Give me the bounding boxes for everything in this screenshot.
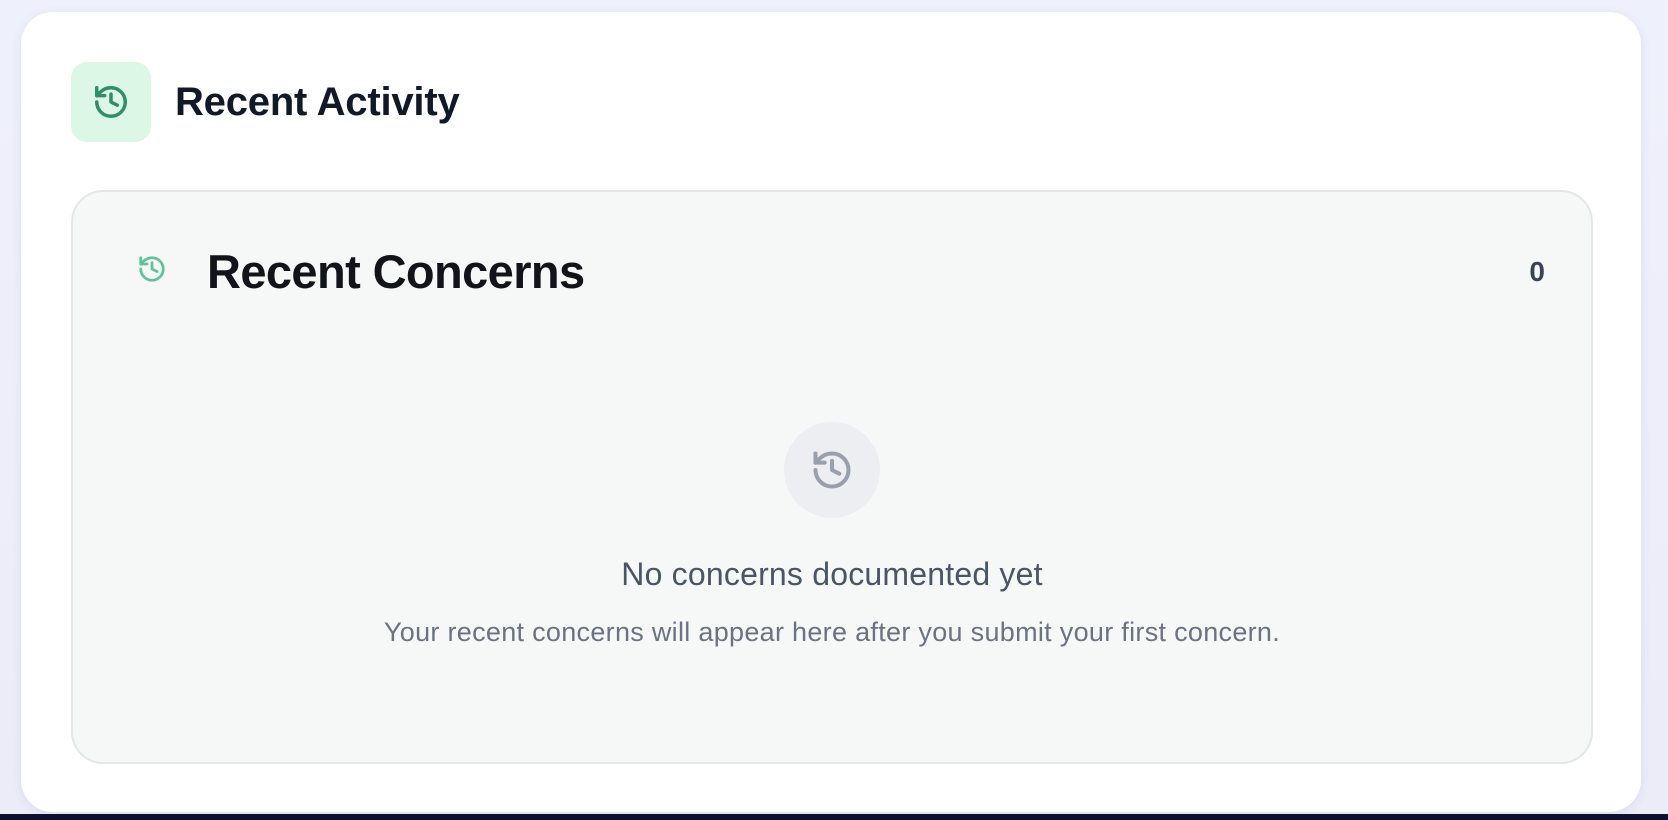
panel-header: Recent Concerns: [137, 244, 585, 299]
recent-activity-card: Recent Activity Recent Concerns 0 No con…: [21, 12, 1641, 812]
history-icon: [137, 254, 167, 289]
card-header: Recent Activity: [71, 62, 460, 142]
history-icon: [71, 62, 151, 142]
recent-concerns-panel: Recent Concerns 0 No concerns documented…: [71, 190, 1593, 764]
card-title: Recent Activity: [175, 79, 460, 124]
history-icon: [784, 422, 880, 518]
concerns-count: 0: [1529, 256, 1545, 287]
empty-state-subtitle: Your recent concerns will appear here af…: [383, 617, 1281, 647]
empty-state: No concerns documented yet Your recent c…: [73, 422, 1591, 648]
panel-title: Recent Concerns: [207, 245, 585, 298]
empty-state-title: No concerns documented yet: [621, 556, 1043, 592]
bottom-edge-bar: [0, 814, 1668, 820]
